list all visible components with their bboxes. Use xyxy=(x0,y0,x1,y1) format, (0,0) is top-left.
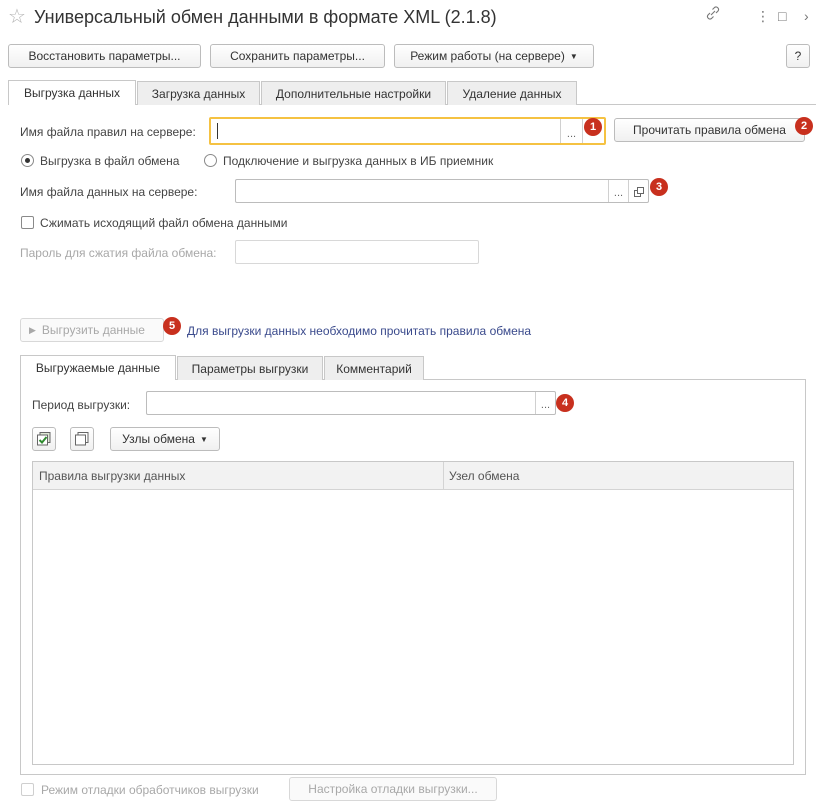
radio-export-to-file-label: Выгрузка в файл обмена xyxy=(40,154,180,168)
subtab-comment[interactable]: Комментарий xyxy=(324,356,424,380)
mode-label: Режим работы (на сервере) xyxy=(410,49,565,63)
compress-checkbox[interactable] xyxy=(21,216,34,229)
period-input[interactable]: ... xyxy=(146,391,556,415)
close-icon[interactable]: › xyxy=(804,6,809,26)
annotation-badge-4: 4 xyxy=(556,394,574,412)
link-icon[interactable] xyxy=(706,6,720,27)
table-header: Правила выгрузки данных Узел обмена xyxy=(33,462,793,490)
subtab-exported-data[interactable]: Выгружаемые данные xyxy=(20,355,176,380)
help-button[interactable]: ? xyxy=(786,44,810,68)
annotation-badge-5: 5 xyxy=(163,317,181,335)
text-cursor xyxy=(217,123,218,139)
debug-mode-label: Режим отладки обработчиков выгрузки xyxy=(41,783,259,797)
tab-extra-settings[interactable]: Дополнительные настройки xyxy=(261,81,446,105)
check-all-button[interactable] xyxy=(32,427,56,451)
rules-file-label: Имя файла правил на сервере: xyxy=(20,125,196,139)
uncheck-all-icon xyxy=(75,432,89,446)
save-params-button[interactable]: Сохранить параметры... xyxy=(210,44,385,68)
export-rules-table[interactable]: Правила выгрузки данных Узел обмена xyxy=(32,461,794,765)
open-file-icon[interactable] xyxy=(628,180,648,202)
annotation-badge-1: 1 xyxy=(584,118,602,136)
debug-mode-checkbox[interactable] xyxy=(21,783,34,796)
radio-connect-export-label: Подключение и выгрузка данных в ИБ прием… xyxy=(223,154,494,168)
compress-checkbox-label: Сжимать исходящий файл обмена данными xyxy=(40,216,288,230)
mode-dropdown-button[interactable]: Режим работы (на сервере) ▼ xyxy=(394,44,594,68)
radio-export-to-file[interactable] xyxy=(21,154,34,167)
favorite-star-icon[interactable]: ☆ xyxy=(8,6,26,28)
password-label: Пароль для сжатия файла обмена: xyxy=(20,246,217,260)
column-header-rules[interactable]: Правила выгрузки данных xyxy=(33,462,443,490)
data-file-input[interactable]: ... xyxy=(235,179,649,203)
exchange-nodes-label: Узлы обмена xyxy=(122,432,195,446)
browse-button[interactable]: ... xyxy=(608,180,628,202)
period-select-button[interactable]: ... xyxy=(535,392,555,414)
play-icon: ▶ xyxy=(29,324,36,335)
subtab-export-params[interactable]: Параметры выгрузки xyxy=(177,356,323,380)
period-label: Период выгрузки: xyxy=(32,398,131,412)
annotation-badge-2: 2 xyxy=(795,117,813,135)
export-data-label: Выгрузить данные xyxy=(41,323,145,337)
debug-settings-button[interactable]: Настройка отладки выгрузки... xyxy=(289,777,497,801)
data-file-label: Имя файла данных на сервере: xyxy=(20,185,198,199)
chevron-down-icon: ▼ xyxy=(569,51,578,61)
tab-import[interactable]: Загрузка данных xyxy=(137,81,260,105)
tab-delete-data[interactable]: Удаление данных xyxy=(447,81,577,105)
uncheck-all-button[interactable] xyxy=(70,427,94,451)
rules-file-input[interactable]: ... xyxy=(209,117,606,145)
read-rules-hint-link[interactable]: Для выгрузки данных необходимо прочитать… xyxy=(187,323,531,339)
read-rules-button[interactable]: Прочитать правила обмена xyxy=(614,118,805,142)
window-title: Универсальный обмен данными в формате XM… xyxy=(34,7,497,27)
maximize-icon[interactable]: □ xyxy=(778,6,786,26)
tab-export[interactable]: Выгрузка данных xyxy=(8,80,136,105)
browse-button[interactable]: ... xyxy=(560,119,582,143)
chevron-down-icon: ▼ xyxy=(199,434,208,444)
annotation-badge-3: 3 xyxy=(650,178,668,196)
exchange-nodes-button[interactable]: Узлы обмена ▼ xyxy=(110,427,220,451)
restore-params-button[interactable]: Восстановить параметры... xyxy=(8,44,201,68)
check-all-icon xyxy=(37,432,51,446)
radio-connect-export[interactable] xyxy=(204,154,217,167)
more-menu-icon[interactable]: ⋮ xyxy=(756,6,770,26)
column-header-node[interactable]: Узел обмена xyxy=(443,462,793,490)
password-input[interactable] xyxy=(235,240,479,264)
export-data-button[interactable]: ▶ Выгрузить данные xyxy=(20,318,164,342)
